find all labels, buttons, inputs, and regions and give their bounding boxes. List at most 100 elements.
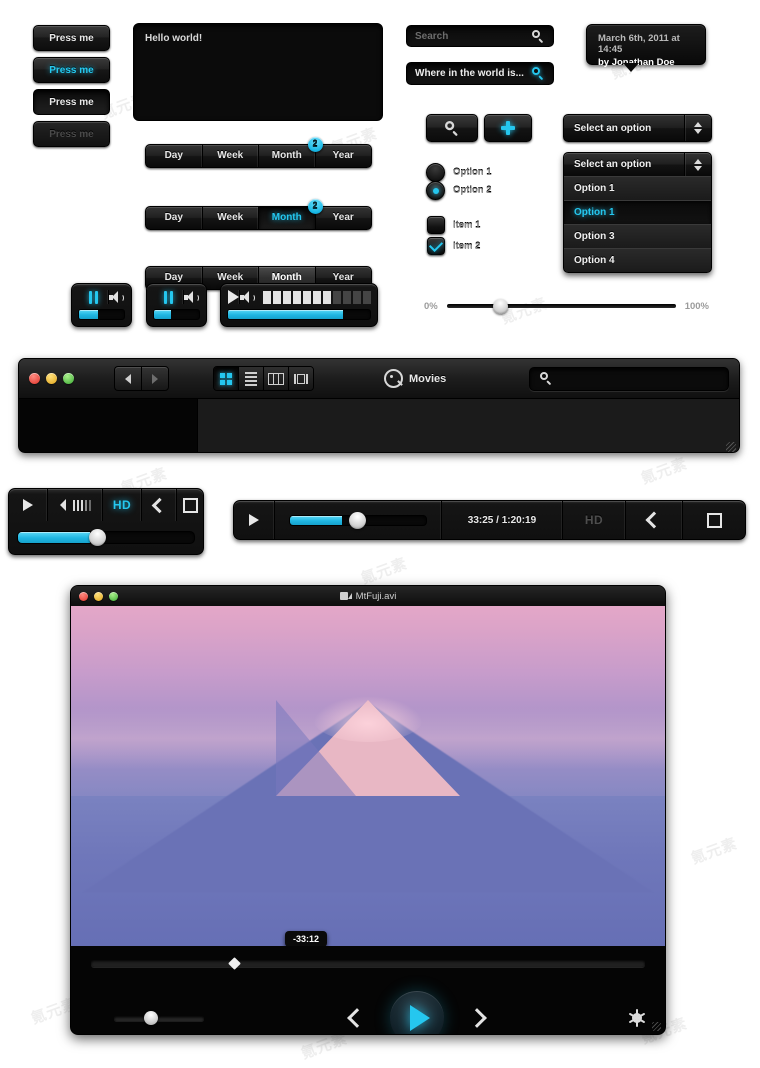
progress-bar[interactable] xyxy=(153,309,200,320)
pause-button[interactable] xyxy=(153,290,184,304)
share-button[interactable] xyxy=(142,489,177,521)
radio-checked[interactable] xyxy=(426,181,445,200)
resize-grip[interactable] xyxy=(652,1022,661,1031)
search-input[interactable]: Search xyxy=(406,25,554,47)
volume-slider[interactable] xyxy=(114,1011,204,1025)
pause-button[interactable] xyxy=(78,290,109,304)
search-input-filled[interactable]: Where in the world is... xyxy=(406,62,554,85)
mini-player-3[interactable] xyxy=(220,283,378,327)
segment-year[interactable]: Year xyxy=(316,207,372,229)
seek-bar[interactable] xyxy=(91,957,645,970)
checkbox-row-item-2[interactable]: Item 2 xyxy=(427,237,480,255)
finder-content[interactable] xyxy=(198,399,739,452)
hd-button[interactable]: HD xyxy=(563,501,626,539)
progress-bar[interactable] xyxy=(227,309,371,320)
fullscreen-button[interactable] xyxy=(683,501,745,539)
range-slider-row[interactable]: 0% 100% xyxy=(424,298,709,314)
press-me-button-normal[interactable]: Press me xyxy=(33,25,110,51)
segment-month-selected[interactable]: Month 2 xyxy=(259,199,323,229)
radio-row-option-1[interactable]: Option 1 xyxy=(426,163,492,182)
select-collapsed[interactable]: Select an option xyxy=(563,114,712,142)
checkbox-checked[interactable] xyxy=(427,237,445,255)
play-icon xyxy=(249,514,259,526)
progress-knob[interactable] xyxy=(88,529,106,546)
progress-bar[interactable] xyxy=(78,309,125,320)
fullscreen-button[interactable] xyxy=(177,489,203,521)
resize-grip[interactable] xyxy=(726,442,736,452)
checkbox-row-item-1[interactable]: Item 1 xyxy=(427,216,480,234)
finder-search-input[interactable] xyxy=(529,366,729,391)
speaker-icon xyxy=(109,290,125,304)
volume-button[interactable] xyxy=(109,290,125,304)
stepper-arrows-icon[interactable] xyxy=(684,115,711,141)
search-icon-button[interactable] xyxy=(426,114,478,142)
volume-track[interactable] xyxy=(114,1015,204,1021)
zoom-button[interactable] xyxy=(63,373,74,384)
speaker-icon[interactable] xyxy=(91,1012,106,1025)
settings-gear-icon[interactable] xyxy=(628,1009,646,1027)
dropdown-option-2-selected[interactable]: Option 1 xyxy=(564,200,711,224)
finder-window[interactable]: Movies xyxy=(18,358,740,453)
press-me-button-pressed[interactable]: Press me xyxy=(33,89,110,115)
stepper-arrows-icon[interactable] xyxy=(684,153,711,176)
progress-fill xyxy=(290,515,342,525)
dropdown-option-1[interactable]: Option 1 xyxy=(564,176,711,200)
list-view-button[interactable] xyxy=(239,367,264,390)
column-view-button[interactable] xyxy=(264,367,289,390)
segment-month[interactable]: Month 2 xyxy=(259,137,323,167)
volume-segments[interactable] xyxy=(263,290,371,304)
minimize-button[interactable] xyxy=(46,373,57,384)
play-button[interactable] xyxy=(389,991,444,1034)
volume-button[interactable] xyxy=(184,290,200,304)
coverflow-view-button[interactable] xyxy=(289,367,313,390)
video-frame[interactable]: -33:12 xyxy=(71,606,665,946)
compact-player-progress-row[interactable] xyxy=(9,521,203,554)
share-button[interactable] xyxy=(626,501,683,539)
next-button[interactable] xyxy=(466,1008,487,1028)
segment-year[interactable]: Year xyxy=(316,145,372,167)
play-button[interactable] xyxy=(234,501,275,539)
mini-player-1[interactable] xyxy=(71,283,132,327)
progress-bar[interactable] xyxy=(17,531,195,544)
compact-player[interactable]: HD xyxy=(8,488,204,555)
segment-week[interactable]: Week xyxy=(203,207,259,229)
video-window[interactable]: MtFuji.avi -33:12 xyxy=(70,585,666,1035)
select-dropdown-open[interactable]: Select an option Option 1 Option 1 Optio… xyxy=(563,152,712,273)
segment-day[interactable]: Day xyxy=(146,207,203,229)
seek-handle[interactable] xyxy=(227,957,241,970)
segment-day[interactable]: Day xyxy=(146,145,203,167)
grid-view-button[interactable] xyxy=(214,367,239,390)
previous-button[interactable] xyxy=(346,1008,367,1028)
window-lights[interactable] xyxy=(29,373,74,384)
nav-buttons[interactable] xyxy=(114,366,169,391)
finder-sidebar[interactable] xyxy=(19,399,198,452)
add-button[interactable] xyxy=(484,114,532,142)
press-me-button-active[interactable]: Press me xyxy=(33,57,110,83)
wide-player[interactable]: 33:25 / 1:20:19 HD xyxy=(233,500,746,540)
select-dropdown-header[interactable]: Select an option xyxy=(564,153,711,176)
radio-unchecked[interactable] xyxy=(426,163,445,182)
volume-indicator[interactable] xyxy=(48,489,103,521)
radio-row-option-2[interactable]: Option 2 xyxy=(426,181,492,200)
volume-control[interactable] xyxy=(240,290,371,304)
segment-week[interactable]: Week xyxy=(203,145,259,167)
slider-knob[interactable] xyxy=(492,298,508,314)
seek-area[interactable] xyxy=(275,501,442,539)
mini-player-2[interactable] xyxy=(146,283,207,327)
checkbox-unchecked[interactable] xyxy=(427,216,445,234)
hd-button[interactable]: HD xyxy=(103,489,142,521)
close-button[interactable] xyxy=(29,373,40,384)
dropdown-option-4[interactable]: Option 4 xyxy=(564,248,711,272)
segmented-control-row1[interactable]: Day Week Month 2 Year xyxy=(145,137,372,168)
view-mode-group[interactable] xyxy=(213,366,314,391)
play-button[interactable] xyxy=(9,489,48,521)
textarea-hello-world[interactable]: Hello world! xyxy=(133,23,383,121)
segmented-control-row2[interactable]: Day Week Month 2 Year xyxy=(145,199,372,230)
dropdown-option-3[interactable]: Option 3 xyxy=(564,224,711,248)
play-button[interactable] xyxy=(227,290,240,304)
volume-knob[interactable] xyxy=(143,1011,158,1025)
forward-button[interactable] xyxy=(141,366,169,391)
back-button[interactable] xyxy=(114,366,141,391)
slider-track[interactable] xyxy=(446,304,676,308)
progress-knob[interactable] xyxy=(348,511,366,529)
